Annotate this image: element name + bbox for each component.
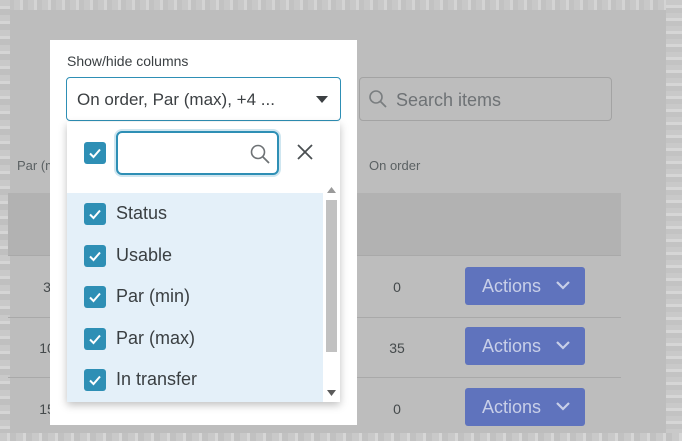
chevron-down-icon xyxy=(556,402,570,411)
column-checkbox[interactable] xyxy=(84,286,106,308)
column-option-par-min[interactable]: Par (min) xyxy=(67,276,323,316)
column-checkbox[interactable] xyxy=(84,203,106,225)
column-option-in-transfer[interactable]: In transfer xyxy=(67,359,323,399)
check-icon xyxy=(89,334,101,345)
column-option-status[interactable]: Status xyxy=(67,193,323,233)
column-option-usable[interactable]: Usable xyxy=(67,235,323,275)
check-icon xyxy=(89,148,101,159)
column-option-par-max[interactable]: Par (max) xyxy=(67,318,323,358)
search-icon xyxy=(250,144,270,164)
column-checkbox[interactable] xyxy=(84,245,106,267)
frame-edge-top xyxy=(0,0,682,10)
column-option-label: In transfer xyxy=(116,369,198,389)
check-icon xyxy=(89,251,101,262)
search-icon xyxy=(369,90,387,108)
column-option-label: Usable xyxy=(116,245,173,265)
select-all-checkbox[interactable] xyxy=(84,142,106,164)
check-icon xyxy=(89,292,101,303)
check-icon xyxy=(89,375,101,386)
columns-dropdown: Status Usable Par (min) Par (max) In tra… xyxy=(67,122,340,402)
scroll-up-icon[interactable] xyxy=(327,187,336,193)
column-option-label: Par (max) xyxy=(116,328,196,348)
column-option-label: Status xyxy=(116,203,168,223)
actions-button[interactable]: Actions xyxy=(465,388,585,426)
columns-select-value: On order, Par (max), +4 ... xyxy=(77,90,275,109)
actions-label: Actions xyxy=(482,335,542,356)
frame-edge-right xyxy=(666,0,682,441)
scroll-down-icon[interactable] xyxy=(327,390,336,396)
cell-on-order: 0 xyxy=(393,401,401,417)
check-icon xyxy=(89,209,101,220)
column-filter-input[interactable] xyxy=(116,131,279,175)
frame-edge-bottom xyxy=(0,433,682,441)
cell-on-order: 35 xyxy=(389,340,405,356)
close-icon[interactable] xyxy=(296,143,314,161)
actions-button[interactable]: Actions xyxy=(465,327,585,365)
actions-button[interactable]: Actions xyxy=(465,267,585,305)
search-placeholder: Search items xyxy=(396,90,502,110)
chevron-down-icon xyxy=(556,341,570,350)
chevron-down-icon xyxy=(556,281,570,290)
item-search-input[interactable]: Search items xyxy=(359,77,612,121)
column-option-label: Par (min) xyxy=(116,286,191,306)
columns-list: Status Usable Par (min) Par (max) In tra… xyxy=(67,193,323,402)
columns-select[interactable]: On order, Par (max), +4 ... xyxy=(66,77,341,121)
column-header-on-order: On order xyxy=(369,158,421,173)
column-checkbox[interactable] xyxy=(84,369,106,391)
caret-down-icon xyxy=(316,96,328,103)
actions-label: Actions xyxy=(482,396,542,417)
column-checkbox[interactable] xyxy=(84,328,106,350)
cell-on-order: 0 xyxy=(393,279,401,295)
dropdown-toolbar xyxy=(67,122,340,184)
column-picker-label: Show/hide columns xyxy=(67,53,189,69)
scrollbar-thumb[interactable] xyxy=(326,200,337,352)
actions-label: Actions xyxy=(482,275,542,296)
